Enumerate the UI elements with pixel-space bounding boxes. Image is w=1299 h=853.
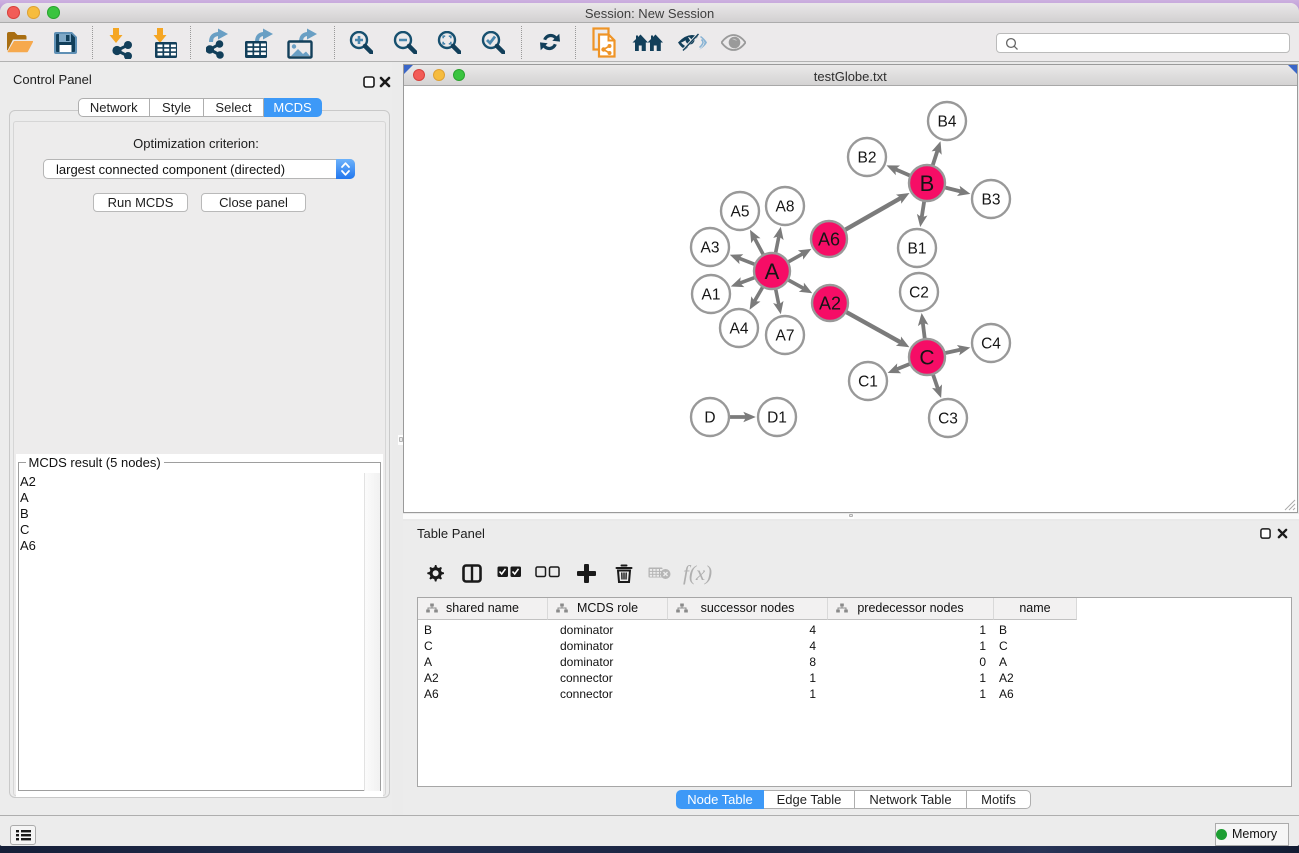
svg-text:B: B: [920, 171, 935, 196]
svg-text:B4: B4: [938, 114, 957, 131]
svg-text:A5: A5: [731, 204, 750, 221]
svg-text:C3: C3: [938, 411, 958, 428]
svg-text:C: C: [919, 347, 934, 370]
svg-text:C1: C1: [858, 374, 878, 391]
svg-text:A7: A7: [776, 328, 795, 345]
svg-text:A: A: [765, 259, 780, 284]
svg-text:D: D: [704, 410, 715, 427]
svg-text:B2: B2: [858, 150, 877, 167]
svg-text:B1: B1: [908, 241, 927, 258]
svg-text:C4: C4: [981, 336, 1001, 353]
svg-text:A4: A4: [730, 321, 749, 338]
svg-text:C2: C2: [909, 285, 929, 302]
svg-text:A6: A6: [818, 230, 840, 250]
svg-text:A3: A3: [701, 240, 720, 257]
svg-text:D1: D1: [767, 410, 787, 427]
svg-text:A1: A1: [702, 287, 721, 304]
svg-text:A8: A8: [776, 199, 795, 216]
svg-text:A2: A2: [819, 294, 841, 314]
svg-text:B3: B3: [982, 192, 1001, 209]
